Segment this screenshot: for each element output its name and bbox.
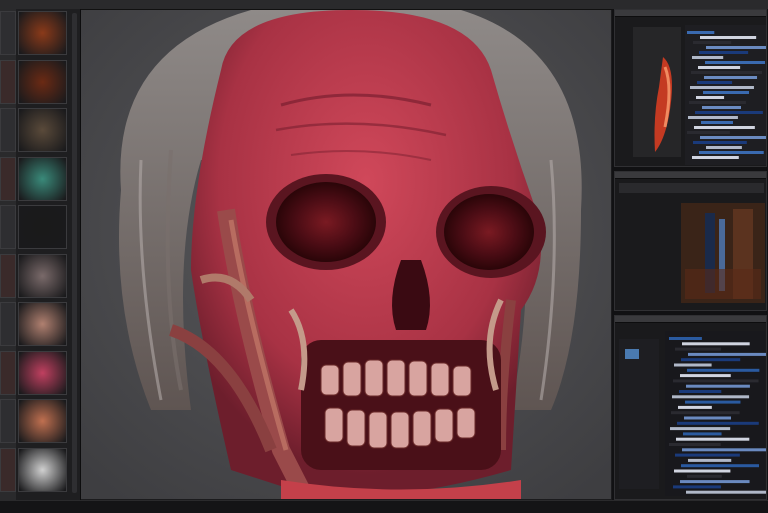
track-stripe [699, 51, 749, 54]
thumbnail-gutter-cell[interactable] [0, 108, 16, 152]
white-thumb-icon[interactable] [18, 447, 67, 492]
panel-header[interactable] [615, 10, 766, 17]
track-stripe [688, 458, 732, 462]
track-stripe [698, 66, 741, 69]
track-stripe [684, 416, 731, 420]
track-stripe [670, 427, 731, 431]
track-stripe [693, 41, 732, 44]
track-stripe [673, 379, 759, 383]
timeline-panel[interactable] [614, 315, 767, 500]
track-stripe [689, 101, 746, 104]
figure-thumb-icon[interactable] [18, 253, 67, 298]
thumbnail-sidebar [0, 9, 81, 500]
track-stripe [675, 453, 740, 457]
track-stripe [669, 443, 721, 446]
track-stripe [678, 405, 712, 409]
track-stripe [680, 480, 750, 484]
track-stripe [682, 342, 750, 346]
track-stripe [671, 411, 740, 415]
silhouette-thumb-icon[interactable] [18, 205, 67, 249]
skull-portrait-icon [81, 10, 611, 499]
track-stripe [696, 96, 725, 99]
panel-header[interactable] [615, 172, 766, 179]
track-stripe [672, 395, 750, 399]
track-stripe [675, 347, 722, 351]
track-stripe [687, 474, 722, 478]
thumbnail-gutter-cell[interactable] [0, 156, 16, 201]
track-stripe [686, 490, 766, 494]
track-stripe [691, 71, 762, 74]
thumbnail-gutter-cell[interactable] [0, 302, 16, 346]
track-stripe [688, 116, 738, 119]
thumbnail-gutter-cell[interactable] [0, 447, 16, 492]
thumbnail-gutter-cell[interactable] [0, 11, 16, 55]
track-stripe [673, 485, 721, 489]
track-stripe [705, 61, 766, 64]
track-stripe [706, 146, 742, 149]
track-stripe [674, 469, 731, 473]
track-stripe [690, 86, 754, 89]
thumbnail-gutter-cell[interactable] [0, 350, 16, 395]
thumbnail-gutter-cell[interactable] [0, 399, 16, 443]
track-stripe [687, 131, 730, 134]
track-stripe [681, 464, 760, 468]
track-stripe [700, 136, 766, 139]
track-stripe [706, 46, 766, 49]
track-stripe [669, 337, 702, 340]
panel-header[interactable] [615, 316, 766, 323]
track-stripe [680, 374, 731, 378]
track-stripe [686, 384, 750, 388]
track-stripe [683, 432, 722, 436]
fire-thumb-icon[interactable] [18, 59, 67, 104]
track-stripe [682, 448, 766, 452]
timeline-tracks-icon [619, 331, 766, 496]
track-stripe [677, 421, 759, 425]
hand-thumb-icon[interactable] [18, 399, 67, 443]
track-stripe [685, 400, 741, 404]
right-panel-column [612, 9, 768, 500]
status-bar [0, 500, 768, 513]
track-stripe [697, 81, 733, 84]
track-stripe [700, 36, 757, 39]
teal-thumb-icon[interactable] [18, 156, 67, 201]
track-stripe [694, 126, 755, 129]
track-stripe [703, 91, 750, 94]
track-stripe [702, 106, 741, 109]
track-stripe [699, 151, 764, 154]
track-stripe [688, 352, 766, 356]
thumbnail-gutter-cell[interactable] [0, 253, 16, 298]
layer-preview-icon [619, 183, 765, 303]
track-stripe [676, 437, 750, 441]
texture-thumb-icon[interactable] [18, 350, 67, 395]
fire-thumb-icon[interactable] [18, 11, 67, 55]
sidebar-scrollbar[interactable] [72, 13, 77, 493]
track-stripe [674, 363, 712, 367]
skin-thumb-icon[interactable] [18, 302, 67, 346]
preview-thumbnail-icon [633, 25, 766, 165]
track-stripe [687, 368, 760, 372]
object-thumb-icon[interactable] [18, 108, 67, 152]
track-stripe [704, 76, 758, 79]
track-stripe [695, 111, 763, 114]
thumbnail-gutter-cell[interactable] [0, 59, 16, 104]
preview-panel[interactable] [614, 9, 767, 167]
track-stripe [693, 141, 747, 144]
track-stripe [701, 121, 733, 124]
layers-panel[interactable] [614, 171, 767, 311]
track-stripe [681, 358, 741, 362]
main-canvas-viewport[interactable] [81, 10, 611, 499]
track-stripe [692, 156, 739, 159]
track-stripe [687, 31, 715, 34]
thumbnail-gutter-cell[interactable] [0, 205, 16, 249]
track-stripe [692, 56, 724, 59]
track-stripe [679, 390, 722, 393]
